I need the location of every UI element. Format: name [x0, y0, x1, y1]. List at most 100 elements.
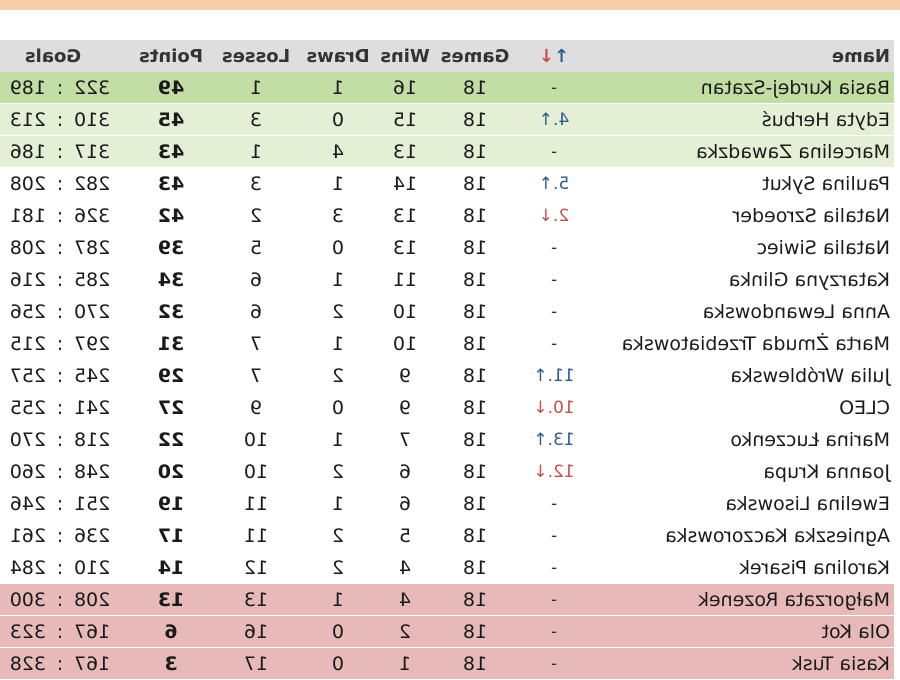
points: 20 — [132, 455, 210, 488]
wins: 9 — [374, 391, 436, 424]
player-name: Anna Lewandowska — [594, 295, 894, 328]
goals-for: 236 — [72, 519, 132, 552]
col-header-games[interactable]: Games — [436, 40, 514, 72]
table-row[interactable]: Joanna Krupa 12.↓ 18 6 2 10 20 248:260 — [0, 455, 894, 488]
goals-separator: : — [48, 647, 72, 680]
goals-against: 181 — [0, 199, 48, 232]
table-row[interactable]: Natalia Siwiec -18 13 0 5 39 287:208 — [0, 231, 894, 264]
draws: 1 — [302, 72, 374, 104]
arrow-down-icon: ↓ — [538, 45, 554, 67]
draws: 1 — [302, 487, 374, 520]
goals-separator: : — [48, 519, 72, 552]
rank-change: - — [514, 135, 594, 168]
rank-change: 11.↑ — [514, 359, 594, 392]
goals-separator: : — [48, 72, 72, 104]
table-row[interactable]: Edyta Herbuś 4.↑ 18 15 0 3 45 310:213 — [0, 103, 894, 136]
wins: 6 — [374, 455, 436, 488]
player-name: Paulina Sykut — [594, 167, 894, 200]
table-row[interactable]: Julia Wróblewska 11.↑ 18 9 2 7 29 245:257 — [0, 359, 894, 392]
losses: 2 — [210, 199, 302, 232]
mirrored-screenshot: Name ↑↓ Games Wins Draws Losses Points G… — [0, 0, 900, 680]
wins: 4 — [374, 583, 436, 616]
table-row[interactable]: Marta Żmuda Trzebiatowska -18 10 1 7 31 297:21… — [0, 327, 894, 360]
col-header-trend[interactable]: ↑↓ — [514, 40, 594, 72]
points: 14 — [132, 551, 210, 584]
col-header-name[interactable]: Name — [594, 40, 894, 72]
table-row[interactable]: Karolina Pisarek -18 4 2 12 14 210:284 — [0, 551, 894, 584]
table-row[interactable]: Basia Kurdej-Szatan -18 16 1 1 49 322:189 — [0, 72, 894, 104]
games-played: 18 — [436, 487, 514, 520]
wins: 10 — [374, 327, 436, 360]
points: 19 — [132, 487, 210, 520]
table-row[interactable]: Ewelina Lisowska -18 6 1 11 19 251:246 — [0, 487, 894, 520]
points: 17 — [132, 519, 210, 552]
losses: 7 — [210, 359, 302, 392]
rank-change: 5.↑ — [514, 167, 594, 200]
draws: 0 — [302, 231, 374, 264]
goals-against: 255 — [0, 391, 48, 424]
goals-against: 213 — [0, 103, 48, 136]
games-played: 18 — [436, 551, 514, 584]
table-row[interactable]: Paulina Sykut 5.↑ 18 14 1 3 43 282:208 — [0, 167, 894, 200]
rank-change: 12.↓ — [514, 455, 594, 488]
losses: 6 — [210, 295, 302, 328]
col-header-draws[interactable]: Draws — [302, 40, 374, 72]
wins: 11 — [374, 263, 436, 296]
games-played: 18 — [436, 647, 514, 680]
table-row[interactable]: Natalia Szroeder 2.↓ 18 13 3 2 42 326:181 — [0, 199, 894, 232]
points: 27 — [132, 391, 210, 424]
table-row[interactable]: Katarzyna Glinka -18 11 1 6 34 285:216 — [0, 263, 894, 296]
arrow-up-icon: ↑ — [554, 45, 570, 67]
table-row[interactable]: Ola Kot -18 2 0 16 6 167:323 — [0, 615, 894, 648]
player-name: Julia Wróblewska — [594, 359, 894, 392]
col-header-points[interactable]: Points — [132, 40, 210, 72]
draws: 2 — [302, 359, 374, 392]
losses: 17 — [210, 647, 302, 680]
points: 43 — [132, 167, 210, 200]
points: 34 — [132, 263, 210, 296]
draws: 1 — [302, 583, 374, 616]
table-row[interactable]: Marina Łuczenko 13.↑ 18 7 1 10 22 218:270 — [0, 423, 894, 456]
table-row[interactable]: Agnieszka Kaczorowska -18 5 2 11 17 236:261 — [0, 519, 894, 552]
goals-for: 248 — [72, 455, 132, 488]
goals-for: 282 — [72, 167, 132, 200]
table-row[interactable]: Małgorzata Rozenek -18 4 1 13 13 208:300 — [0, 583, 894, 616]
games-played: 18 — [436, 327, 514, 360]
goals-against: 323 — [0, 615, 48, 648]
losses: 16 — [210, 615, 302, 648]
table-row[interactable]: CLEO 10.↓ 18 9 0 9 27 241:255 — [0, 391, 894, 424]
rank-change: - — [514, 647, 594, 680]
goals-against: 256 — [0, 295, 48, 328]
points: 31 — [132, 327, 210, 360]
draws: 1 — [302, 327, 374, 360]
points: 32 — [132, 295, 210, 328]
draws: 2 — [302, 295, 374, 328]
wins: 14 — [374, 167, 436, 200]
draws: 0 — [302, 615, 374, 648]
col-header-losses[interactable]: Losses — [210, 40, 302, 72]
draws: 1 — [302, 167, 374, 200]
goals-separator: : — [48, 615, 72, 648]
losses: 12 — [210, 551, 302, 584]
rank-change: 10.↓ — [514, 391, 594, 424]
player-name: Edyta Herbuś — [594, 103, 894, 136]
losses: 13 — [210, 583, 302, 616]
col-header-wins[interactable]: Wins — [374, 40, 436, 72]
games-played: 18 — [436, 583, 514, 616]
player-name: Natalia Szroeder — [594, 199, 894, 232]
points: 42 — [132, 199, 210, 232]
rank-change: - — [514, 295, 594, 328]
table-row[interactable]: Marcelina Zawadzka -18 13 4 1 43 317:186 — [0, 135, 894, 168]
goals-separator: : — [48, 551, 72, 584]
player-name: Natalia Siwiec — [594, 231, 894, 264]
player-name: Katarzyna Glinka — [594, 263, 894, 296]
goals-separator: : — [48, 487, 72, 520]
losses: 5 — [210, 231, 302, 264]
games-played: 18 — [436, 359, 514, 392]
losses: 7 — [210, 327, 302, 360]
col-header-goals[interactable]: Goals — [0, 40, 132, 72]
table-row[interactable]: Kasia Tusk -18 1 0 17 3 167:328 — [0, 647, 894, 680]
points: 3 — [132, 647, 210, 680]
draws: 0 — [302, 391, 374, 424]
table-row[interactable]: Anna Lewandowska -18 10 2 6 32 270:256 — [0, 295, 894, 328]
